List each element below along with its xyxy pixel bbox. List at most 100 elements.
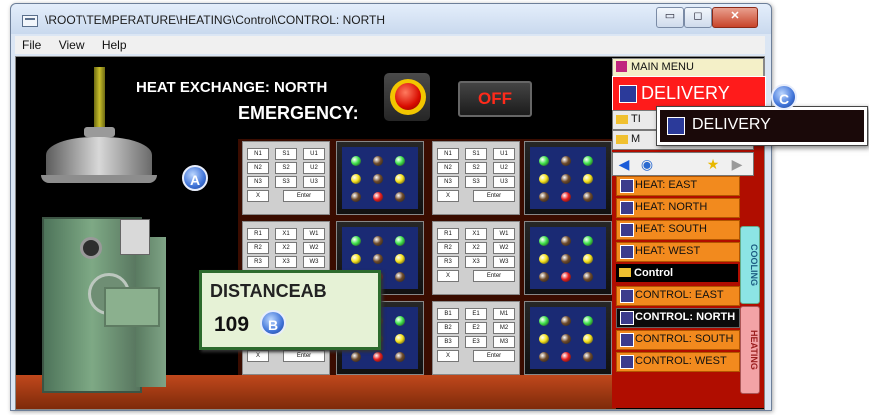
status-led-icon: [583, 254, 593, 264]
back-arrow-icon[interactable]: ◀: [616, 156, 632, 172]
keypad-key[interactable]: U3: [303, 176, 325, 188]
keypad-key[interactable]: U2: [303, 162, 325, 174]
main-menu-item[interactable]: MAIN MENU: [612, 58, 764, 78]
star-icon[interactable]: ★: [705, 156, 721, 172]
keypad-key[interactable]: S2: [465, 162, 487, 174]
status-led-icon: [539, 254, 549, 264]
minimize-button[interactable]: ▭: [656, 7, 684, 28]
control-east-item[interactable]: CONTROL: EAST: [616, 286, 740, 306]
clear-key[interactable]: X: [437, 270, 459, 282]
keypad-key[interactable]: N3: [437, 176, 459, 188]
keypad-key[interactable]: E2: [465, 322, 487, 334]
keypad-key[interactable]: X2: [465, 242, 487, 254]
control-north-item[interactable]: CONTROL: NORTH: [616, 308, 740, 328]
heat-west-item[interactable]: HEAT: WEST: [616, 242, 740, 262]
keypad-key[interactable]: W2: [493, 242, 515, 254]
keypad-key[interactable]: U1: [493, 148, 515, 160]
control-folder[interactable]: Control: [616, 264, 738, 282]
maximize-button[interactable]: ◻: [684, 7, 712, 28]
status-led-icon: [351, 254, 361, 264]
keypad-key[interactable]: B1: [437, 308, 459, 320]
keypad-key[interactable]: R1: [437, 228, 459, 240]
title-bar[interactable]: \ROOT\TEMPERATURE\HEATING\Control\CONTRO…: [11, 4, 771, 34]
keypad-key[interactable]: X1: [275, 228, 297, 240]
keypad-key[interactable]: U3: [493, 176, 515, 188]
keypad-key[interactable]: R3: [437, 256, 459, 268]
keypad-key[interactable]: M3: [493, 336, 515, 348]
keypad-panel[interactable]: B1 E1 M1 B2 E2 M2 B3 E3 M3 X Enter: [432, 301, 520, 375]
keypad-key[interactable]: R2: [247, 242, 269, 254]
keypad-key[interactable]: M2: [493, 322, 515, 334]
enter-key[interactable]: Enter: [283, 190, 325, 202]
keypad-key[interactable]: S1: [465, 148, 487, 160]
delivery-popup[interactable]: DELIVERY: [656, 106, 868, 146]
enter-key[interactable]: Enter: [473, 190, 515, 202]
enter-key[interactable]: Enter: [473, 350, 515, 362]
globe-icon[interactable]: ◉: [639, 156, 655, 172]
keypad-key[interactable]: R3: [247, 256, 269, 268]
control-west-item[interactable]: CONTROL: WEST: [616, 352, 740, 372]
status-led-icon: [373, 254, 383, 264]
keypad-key[interactable]: R2: [437, 242, 459, 254]
keypad-key[interactable]: B3: [437, 336, 459, 348]
keypad-key[interactable]: U1: [303, 148, 325, 160]
clear-key[interactable]: X: [437, 350, 459, 362]
keypad-key[interactable]: B2: [437, 322, 459, 334]
clear-key[interactable]: X: [247, 190, 269, 202]
keypad-key[interactable]: N1: [247, 148, 269, 160]
keypad-key[interactable]: W3: [493, 256, 515, 268]
off-button[interactable]: OFF: [458, 81, 532, 117]
enter-key[interactable]: Enter: [283, 350, 325, 362]
keypad-key[interactable]: N3: [247, 176, 269, 188]
keypad-key[interactable]: W3: [303, 256, 325, 268]
lamp-cap: [84, 127, 115, 137]
tab-cooling[interactable]: COOLING: [740, 226, 760, 304]
keypad-key[interactable]: X2: [275, 242, 297, 254]
keypad-panel[interactable]: N1 S1 U1 N2 S2 U2 N3 S3 U3 X Enter: [242, 141, 330, 215]
keypad-key[interactable]: S1: [275, 148, 297, 160]
status-led-icon: [539, 156, 549, 166]
status-led-icon: [583, 174, 593, 184]
keypad-key[interactable]: N1: [437, 148, 459, 160]
keypad-key[interactable]: N2: [247, 162, 269, 174]
clear-key[interactable]: X: [247, 350, 269, 362]
status-led-icon: [351, 192, 361, 202]
keypad-panel[interactable]: N1 S1 U1 N2 S2 U2 N3 S3 U3 X Enter: [432, 141, 520, 215]
status-led-icon: [561, 192, 571, 202]
keypad-key[interactable]: W1: [493, 228, 515, 240]
menu-help[interactable]: Help: [95, 36, 134, 52]
keypad-key[interactable]: M1: [493, 308, 515, 320]
keypad-key[interactable]: U2: [493, 162, 515, 174]
clear-key[interactable]: X: [437, 190, 459, 202]
led-panel: [524, 221, 612, 295]
enter-key[interactable]: Enter: [473, 270, 515, 282]
keypad-panel[interactable]: R1 X1 W1 R2 X2 W2 R3 X3 W3 X Enter: [432, 221, 520, 295]
keypad-key[interactable]: X1: [465, 228, 487, 240]
keypad-key[interactable]: N2: [437, 162, 459, 174]
folder-icon: [619, 268, 631, 277]
keypad-key[interactable]: E3: [465, 336, 487, 348]
status-led-icon: [539, 192, 549, 202]
emergency-button[interactable]: [384, 73, 430, 121]
keypad-key[interactable]: X3: [465, 256, 487, 268]
status-led-icon: [583, 352, 593, 362]
control-south-item[interactable]: CONTROL: SOUTH: [616, 330, 740, 350]
heat-north-item[interactable]: HEAT: NORTH: [616, 198, 740, 218]
keypad-key[interactable]: S2: [275, 162, 297, 174]
status-led-icon: [395, 192, 405, 202]
heat-south-item[interactable]: HEAT: SOUTH: [616, 220, 740, 240]
keypad-key[interactable]: E1: [465, 308, 487, 320]
keypad-key[interactable]: S3: [275, 176, 297, 188]
forward-arrow-icon[interactable]: ▶: [729, 156, 745, 172]
keypad-key[interactable]: X3: [275, 256, 297, 268]
status-led-icon: [561, 334, 571, 344]
keypad-key[interactable]: W2: [303, 242, 325, 254]
menu-view[interactable]: View: [52, 36, 92, 52]
heat-east-item[interactable]: HEAT: EAST: [616, 176, 740, 196]
close-button[interactable]: ✕: [712, 7, 758, 28]
menu-file[interactable]: File: [15, 36, 48, 52]
keypad-key[interactable]: W1: [303, 228, 325, 240]
keypad-key[interactable]: S3: [465, 176, 487, 188]
keypad-key[interactable]: R1: [247, 228, 269, 240]
tab-heating[interactable]: HEATING: [740, 306, 760, 394]
